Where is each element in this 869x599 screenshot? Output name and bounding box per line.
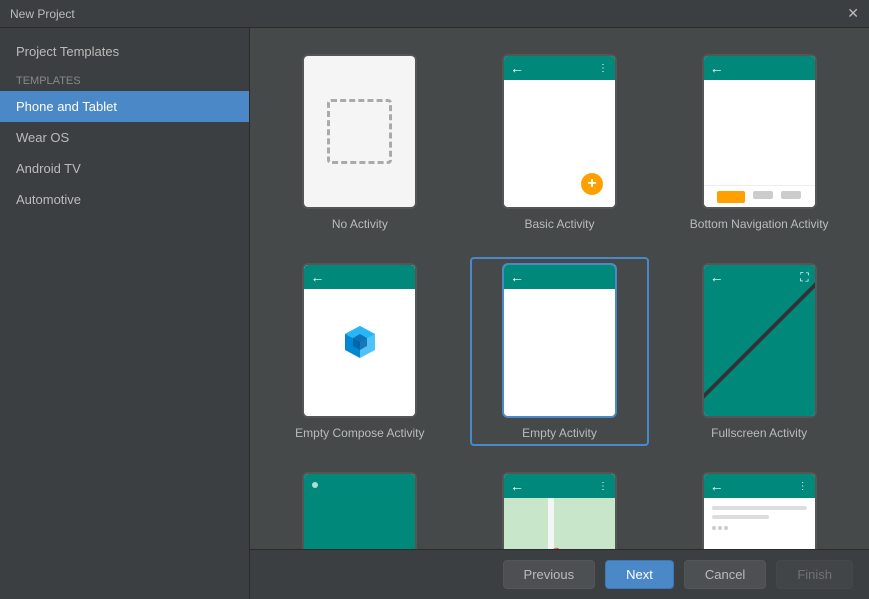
window-title: New Project	[10, 7, 75, 21]
back-arrow-icon: ←	[310, 269, 324, 285]
template-basic-activity[interactable]: ← ⋮ + Basic Activity	[470, 48, 650, 237]
main-layout: Project Templates Templates Phone and Ta…	[0, 28, 869, 599]
template-interstitial[interactable]: Interstitial Ad Interstitial Ad	[270, 466, 450, 549]
overflow-icon: ⋮	[798, 481, 809, 492]
title-bar: New Project ✕	[0, 0, 869, 28]
back-arrow-icon: ←	[510, 269, 524, 285]
map-road-vertical	[548, 498, 554, 549]
template-grid: No Activity ← ⋮ + Basic Activity	[250, 28, 869, 549]
bottom-nav-preview: ←	[702, 54, 817, 209]
settings-dot-2	[718, 526, 722, 530]
template-empty-activity[interactable]: ← Empty Activity	[470, 257, 650, 446]
nav-item-3	[781, 191, 801, 199]
template-no-activity[interactable]: No Activity	[270, 48, 450, 237]
empty-activity-label: Empty Activity	[522, 426, 597, 440]
no-activity-label: No Activity	[332, 217, 388, 231]
overflow-icon: ⋮	[598, 481, 609, 492]
maps-preview: ← ⋮ 📍	[502, 472, 617, 549]
overflow-icon: ⋮	[598, 63, 609, 74]
no-activity-preview	[302, 54, 417, 209]
sidebar-header: Project Templates	[0, 28, 249, 67]
template-empty-compose[interactable]: ←	[270, 257, 450, 446]
settings-line-2	[712, 515, 769, 519]
sidebar-item-android-tv[interactable]: Android TV	[0, 153, 249, 184]
settings-dot-1	[712, 526, 716, 530]
back-arrow-icon: ←	[710, 60, 724, 76]
sidebar-item-phone-tablet[interactable]: Phone and Tablet	[0, 91, 249, 122]
content-area: No Activity ← ⋮ + Basic Activity	[250, 28, 869, 599]
settings-line-1	[712, 506, 807, 510]
nav-item-2	[753, 191, 773, 199]
compose-preview: ←	[302, 263, 417, 418]
close-button[interactable]: ✕	[847, 5, 859, 22]
empty-activity-preview: ←	[502, 263, 617, 418]
status-dot	[312, 482, 318, 488]
compose-logo	[335, 316, 385, 366]
previous-button[interactable]: Previous	[503, 560, 596, 589]
back-arrow-icon: ←	[510, 60, 524, 76]
settings-dot-3	[724, 526, 728, 530]
template-maps[interactable]: ← ⋮ 📍 Google Maps Activity	[470, 466, 650, 549]
dashed-placeholder	[327, 99, 392, 164]
template-bottom-navigation[interactable]: ← Bottom Navigation Activity	[669, 48, 849, 237]
bottom-bar: Previous Next Cancel Finish	[250, 549, 869, 599]
fullscreen-preview: ← ⛶	[702, 263, 817, 418]
basic-activity-label: Basic Activity	[524, 217, 594, 231]
template-settings[interactable]: ← ⋮	[669, 466, 849, 549]
settings-preview: ← ⋮	[702, 472, 817, 549]
fullscreen-label: Fullscreen Activity	[711, 426, 807, 440]
finish-button: Finish	[776, 560, 853, 589]
bottom-nav-label: Bottom Navigation Activity	[690, 217, 829, 231]
back-arrow-icon: ←	[510, 478, 524, 494]
templates-section-label: Templates	[0, 67, 249, 91]
interstitial-preview: Interstitial Ad	[302, 472, 417, 549]
sidebar-item-automotive[interactable]: Automotive	[0, 184, 249, 215]
compose-label: Empty Compose Activity	[295, 426, 424, 440]
sidebar: Project Templates Templates Phone and Ta…	[0, 28, 250, 599]
cancel-button[interactable]: Cancel	[684, 560, 766, 589]
fab-button: +	[581, 173, 603, 195]
basic-activity-preview: ← ⋮ +	[502, 54, 617, 209]
bottom-nav-footer	[704, 185, 815, 207]
template-fullscreen[interactable]: ← ⛶ Fullscreen Activity	[669, 257, 849, 446]
back-arrow-icon: ←	[710, 478, 724, 494]
next-button[interactable]: Next	[605, 560, 674, 589]
nav-item-active	[717, 191, 745, 203]
sidebar-item-wear-os[interactable]: Wear OS	[0, 122, 249, 153]
